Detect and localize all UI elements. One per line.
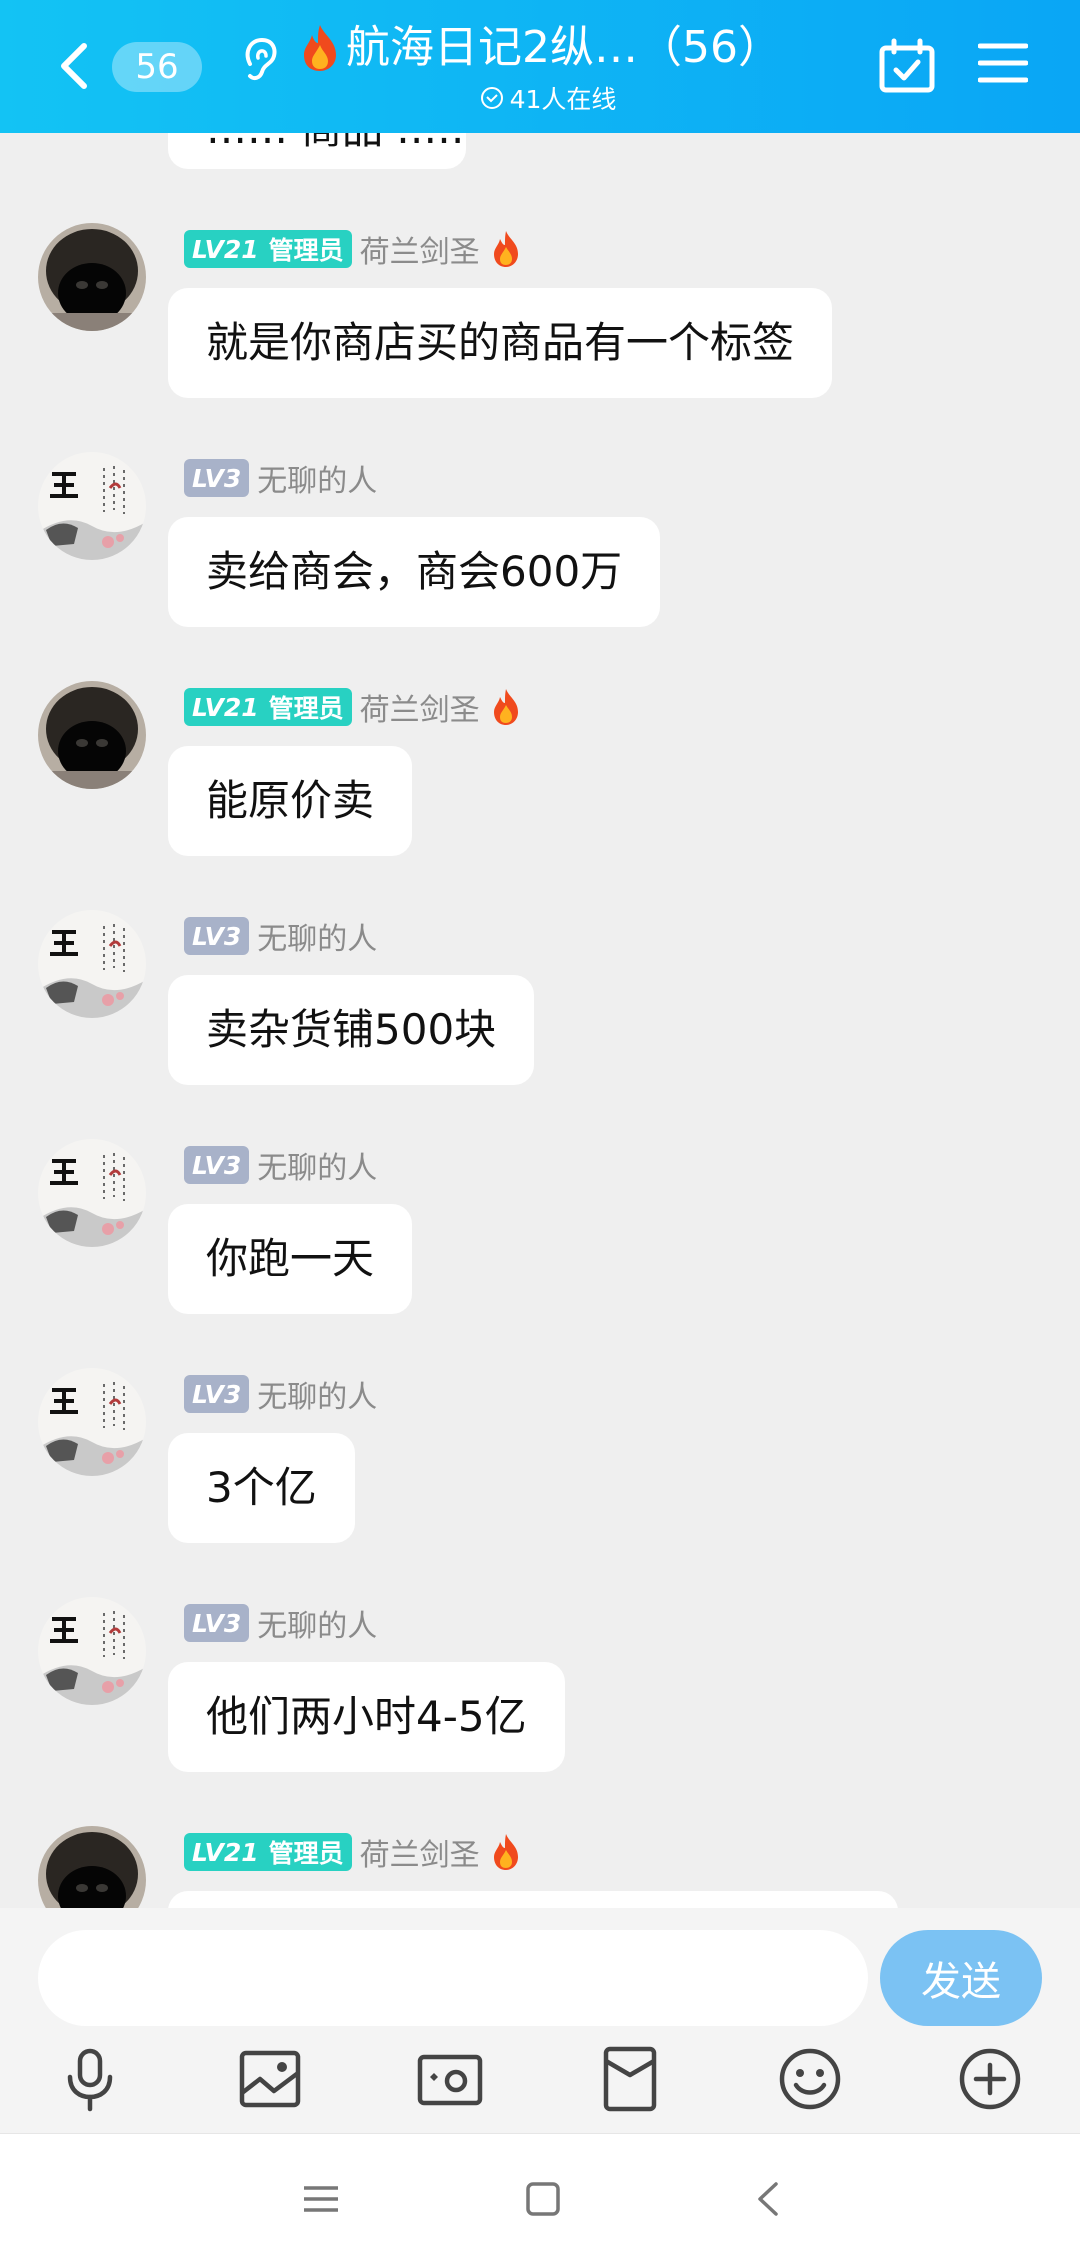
calligraphy-avatar[interactable] — [38, 910, 146, 1018]
admin-level-badge: LV21 管理员 — [184, 230, 352, 268]
role-label: 管理员 — [268, 694, 344, 723]
role-label: 管理员 — [268, 1839, 344, 1868]
message-row: LV3 无聊的人卖给商会，商会600万 — [0, 452, 1080, 652]
red-packet-icon[interactable] — [594, 2043, 666, 2115]
black-dog-avatar[interactable] — [38, 681, 146, 789]
sender-name[interactable]: 荷兰剑圣 — [360, 1830, 480, 1874]
sender-meta: LV3 无聊的人 — [184, 456, 377, 500]
message-row: LV3 无聊的人卖杂货铺500块 — [0, 910, 1080, 1110]
chat-header: 56 航海日记2纵…（56） 41人在线 — [0, 0, 1080, 133]
calendar-check-icon[interactable] — [878, 38, 936, 94]
message-row: LV3 无聊的人你跑一天 — [0, 1139, 1080, 1339]
calligraphy-avatar[interactable] — [38, 1368, 146, 1476]
send-button[interactable]: 发送 — [880, 1930, 1042, 2026]
admin-level-badge: LV21 管理员 — [184, 688, 352, 726]
chat-title-area[interactable]: 航海日记2纵…（56） 41人在线 — [298, 18, 782, 118]
level-text: LV3 — [192, 1379, 242, 1409]
plus-icon[interactable] — [954, 2043, 1026, 2115]
message-bubble[interactable]: 3个亿 — [168, 1433, 355, 1543]
admin-level-badge: LV21 管理员 — [184, 1833, 352, 1871]
sender-meta: LV21 管理员 荷兰剑圣 — [184, 227, 522, 271]
level-badge: LV3 — [184, 1146, 250, 1184]
calligraphy-avatar[interactable] — [38, 1139, 146, 1247]
microphone-icon[interactable] — [54, 2043, 126, 2115]
black-dog-avatar[interactable] — [38, 223, 146, 331]
sender-name[interactable]: 无聊的人 — [257, 1143, 377, 1187]
unread-count-badge[interactable]: 56 — [112, 42, 202, 92]
sender-name[interactable]: 无聊的人 — [257, 456, 377, 500]
check-circle-icon — [480, 87, 503, 109]
fire-icon — [493, 1834, 518, 1870]
message-bubble[interactable]: 你跑一天 — [168, 1204, 413, 1314]
sender-meta: LV3 无聊的人 — [184, 1143, 377, 1187]
level-badge: LV3 — [184, 459, 250, 497]
sender-meta: LV3 无聊的人 — [184, 1601, 377, 1645]
partial-message-text: …… 商品 …… — [206, 133, 466, 155]
calligraphy-avatar[interactable] — [38, 1597, 146, 1705]
picture-icon[interactable] — [234, 2043, 306, 2115]
emoji-icon[interactable] — [774, 2043, 846, 2115]
level-text: LV21 — [192, 692, 259, 722]
back-icon[interactable] — [744, 2174, 794, 2224]
ear-icon[interactable] — [240, 34, 280, 84]
message-row: LV21 管理员 荷兰剑圣能原价卖 — [0, 681, 1080, 881]
input-area: 发送 — [0, 1908, 1080, 2133]
message-row: LV3 无聊的人 3个亿 — [0, 1368, 1080, 1568]
message-bubble[interactable] — [168, 1891, 898, 1908]
level-badge: LV3 — [184, 1375, 250, 1413]
level-text: LV21 — [192, 234, 259, 264]
online-status: 41人在线 — [298, 80, 778, 116]
home-square-icon[interactable] — [518, 2174, 568, 2224]
black-dog-avatar[interactable] — [38, 1826, 146, 1908]
fire-icon — [493, 231, 518, 267]
message-row: LV21 管理员 荷兰剑圣 — [0, 1826, 1080, 1908]
sender-name[interactable]: 无聊的人 — [257, 914, 377, 958]
message-list[interactable]: …… 商品 …… LV21管理员荷兰剑圣就是你商店买的商品有一个标签LV3无聊的… — [0, 133, 1080, 1908]
sender-name[interactable]: 荷兰剑圣 — [360, 227, 480, 271]
camera-icon[interactable] — [414, 2043, 486, 2115]
level-badge: LV3 — [184, 1604, 250, 1642]
role-label: 管理员 — [268, 236, 344, 265]
system-nav-bar — [0, 2133, 1080, 2264]
message-input[interactable] — [38, 1930, 868, 2026]
message-row: LV21 管理员 荷兰剑圣就是你商店买的商品有一个标签 — [0, 223, 1080, 423]
sender-meta: LV3 无聊的人 — [184, 914, 377, 958]
level-text: LV21 — [192, 1837, 259, 1867]
back-arrow-icon[interactable] — [50, 38, 100, 94]
fire-icon — [304, 25, 336, 71]
sender-name[interactable]: 荷兰剑圣 — [360, 685, 480, 729]
sender-meta: LV21 管理员 荷兰剑圣 — [184, 685, 522, 729]
level-text: LV3 — [192, 921, 242, 951]
level-text: LV3 — [192, 1150, 242, 1180]
message-bubble[interactable]: 卖杂货铺500块 — [168, 975, 535, 1085]
message-row: LV3 无聊的人他们两小时4-5亿 — [0, 1597, 1080, 1797]
message-bubble[interactable]: 能原价卖 — [168, 746, 413, 856]
sender-meta: LV3 无聊的人 — [184, 1372, 377, 1416]
partial-message-bubble[interactable]: …… 商品 …… — [168, 133, 466, 169]
fire-icon — [493, 689, 518, 725]
level-text: LV3 — [192, 463, 242, 493]
level-text: LV3 — [192, 1608, 242, 1638]
sender-meta: LV21 管理员 荷兰剑圣 — [184, 1830, 522, 1874]
input-toolbar — [0, 2043, 1080, 2123]
chat-title: 航海日记2纵…（56） — [346, 22, 782, 73]
online-count: 41人在线 — [509, 85, 617, 114]
menu-icon[interactable] — [296, 2174, 346, 2224]
message-bubble[interactable]: 卖给商会，商会600万 — [168, 517, 661, 627]
sender-name[interactable]: 无聊的人 — [257, 1601, 377, 1645]
calligraphy-avatar[interactable] — [38, 452, 146, 560]
message-bubble[interactable]: 他们两小时4-5亿 — [168, 1662, 565, 1772]
message-bubble[interactable]: 就是你商店买的商品有一个标签 — [168, 288, 833, 398]
level-badge: LV3 — [184, 917, 250, 955]
sender-name[interactable]: 无聊的人 — [257, 1372, 377, 1416]
hamburger-menu-icon[interactable] — [978, 40, 1028, 86]
